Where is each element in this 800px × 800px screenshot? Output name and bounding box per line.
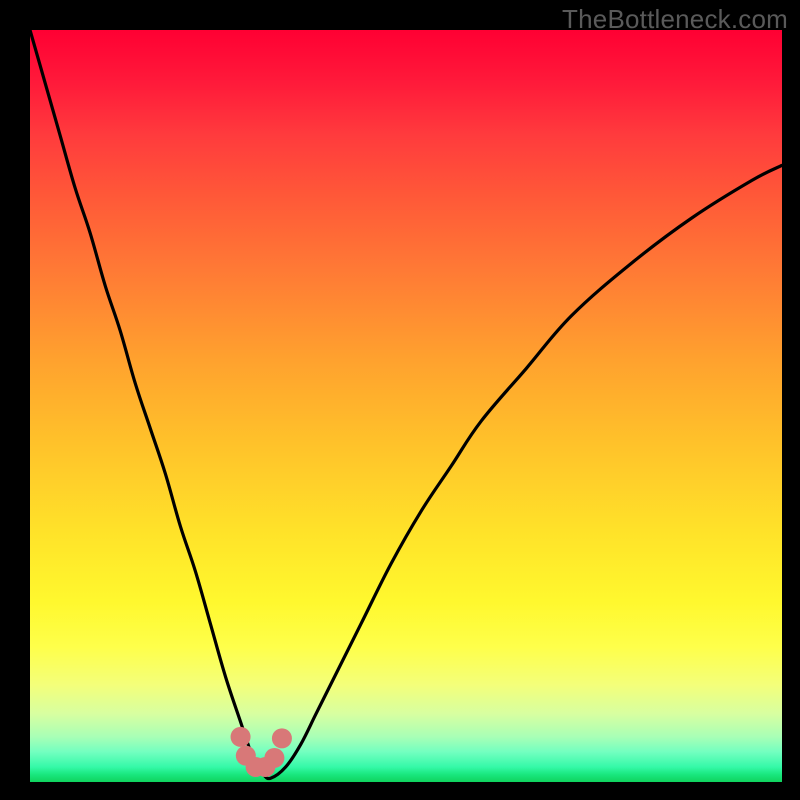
plot-area [30, 30, 782, 782]
chart-frame: TheBottleneck.com [0, 0, 800, 800]
bottleneck-curve [30, 30, 782, 779]
curve-marker [264, 748, 284, 768]
watermark-text: TheBottleneck.com [562, 4, 788, 35]
curve-layer [30, 30, 782, 782]
curve-marker [231, 727, 251, 747]
curve-marker [272, 728, 292, 748]
